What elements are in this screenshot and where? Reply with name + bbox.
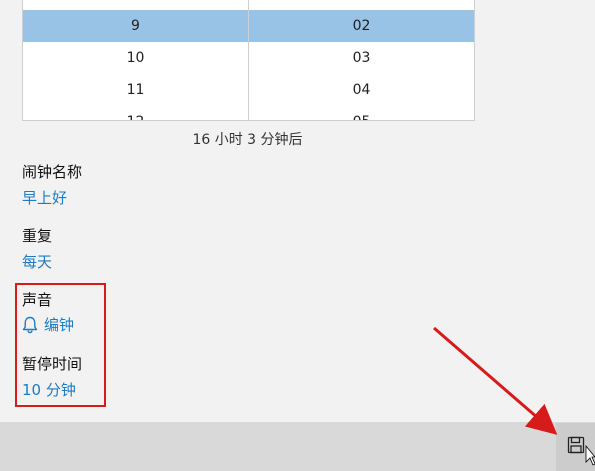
time-picker[interactable]: 9 10 11 12 02 03 04 05 [22,0,475,121]
alarm-name-label: 闹钟名称 [22,163,83,181]
hour-option[interactable]: 12 [23,106,248,120]
repeat-value[interactable]: 每天 [22,251,52,272]
time-until-alarm: 16 小时 3 分钟后 [192,132,303,148]
hour-option-selected[interactable]: 9 [23,10,248,42]
minute-column[interactable]: 02 03 04 05 [249,0,474,120]
hour-option[interactable]: 11 [23,74,248,106]
minute-option[interactable]: 05 [249,106,474,120]
minute-option[interactable]: 03 [249,42,474,74]
repeat-label: 重复 [22,227,53,245]
save-icon [567,436,585,458]
minute-option-selected[interactable]: 02 [249,10,474,42]
hour-column[interactable]: 9 10 11 12 [23,0,248,120]
annotation-highlight-box [15,283,106,407]
minute-option[interactable]: 04 [249,74,474,106]
save-button[interactable] [556,423,595,471]
hour-option[interactable]: 10 [23,42,248,74]
bottom-command-bar [0,422,595,471]
alarm-name-value[interactable]: 早上好 [22,187,67,208]
